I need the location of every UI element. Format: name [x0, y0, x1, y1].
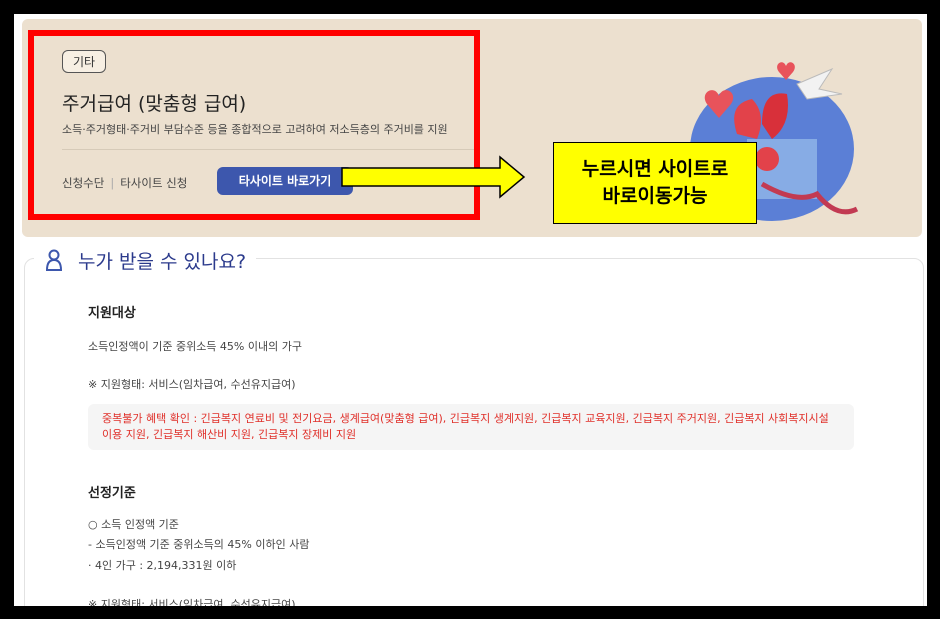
- criteria-title: 선정기준: [88, 486, 136, 501]
- arrow-right-icon: [341, 155, 526, 199]
- criteria-line: - 소득인정액 기준 중위소득의 45% 이하인 사람: [88, 538, 310, 551]
- notice-text: 중복불가 혜택 확인 : 긴급복지 연료비 및 전기요금, 생계급여(맞춤형 급…: [102, 412, 829, 441]
- criteria-line: ※ 지원형태: 서비스(임차급여, 수선유지급여): [88, 598, 296, 606]
- criteria-line: ○ 소득 인정액 기준: [88, 518, 179, 531]
- annotation-callout: 누르시면 사이트로 바로이동가능: [553, 142, 757, 224]
- page-frame: 기타 주거급여 (맞춤형 급여) 소득·주거형태·주거비 부담수준 등을 종합적…: [14, 14, 927, 606]
- target-text: 소득인정액이 기준 중위소득 45% 이내의 가구: [88, 340, 302, 353]
- section-heading-text: 누가 받을 수 있나요?: [78, 250, 247, 273]
- criteria-line: · 4인 가구 : 2,194,331원 이하: [88, 559, 237, 572]
- callout-line-1: 누르시면 사이트로: [581, 158, 729, 180]
- support-type: ※ 지원형태: 서비스(임차급여, 수선유지급여): [88, 378, 296, 391]
- target-title: 지원대상: [88, 306, 136, 321]
- person-icon: [45, 249, 63, 271]
- duplicate-benefit-notice: 중복불가 혜택 확인 : 긴급복지 연료비 및 전기요금, 생계급여(맞춤형 급…: [88, 404, 854, 450]
- callout-line-2: 바로이동가능: [602, 185, 708, 207]
- section-heading: 누가 받을 수 있나요?: [34, 246, 257, 274]
